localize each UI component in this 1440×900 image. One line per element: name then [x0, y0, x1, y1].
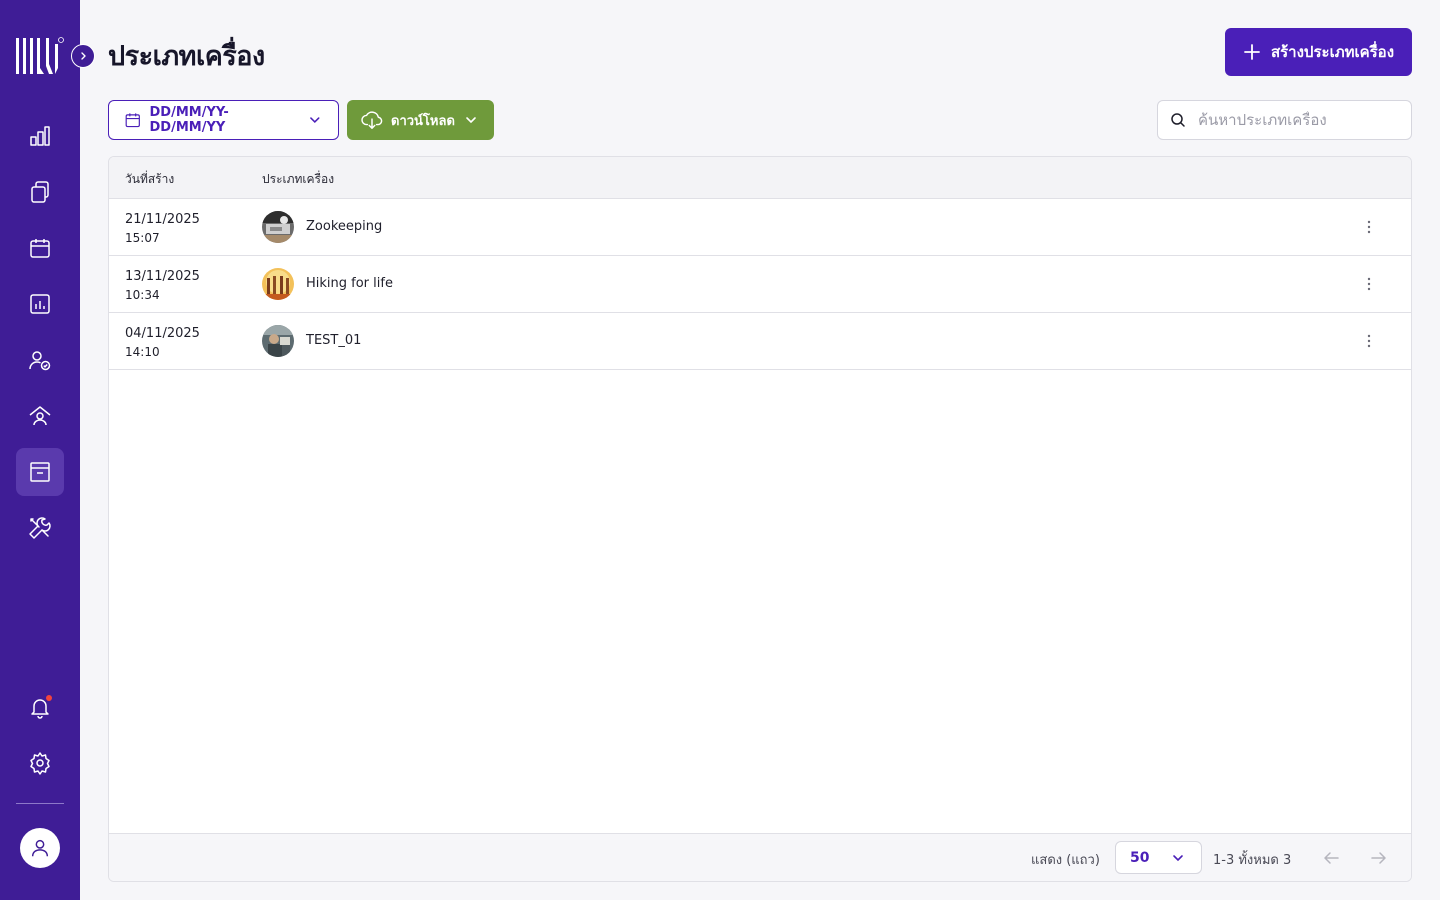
pagination-range: 1-3 ทั้งหมด 3 — [1213, 853, 1292, 868]
row-name: TEST_01 — [306, 333, 362, 348]
search-box — [1157, 100, 1412, 140]
settings-button[interactable] — [16, 739, 64, 787]
table-pagination: แสดง (แถว) 50 1-3 ทั้งหมด 3 — [109, 833, 1411, 881]
brand-logo[interactable] — [15, 36, 65, 76]
column-header-created-date[interactable]: วันที่สร้าง — [125, 170, 174, 189]
row-more-button[interactable] — [1359, 272, 1379, 296]
chevron-down-icon — [1173, 854, 1183, 861]
row-name: Zookeeping — [306, 219, 383, 234]
sidebar — [0, 0, 95, 900]
previous-page-button[interactable] — [1319, 846, 1343, 870]
user-check-icon — [29, 351, 51, 371]
sidebar-item-machine-types[interactable] — [16, 448, 64, 496]
user-icon — [31, 839, 49, 857]
chevron-right-icon — [81, 52, 86, 60]
table-header: วันที่สร้าง ประเภทเครื่อง — [109, 157, 1411, 199]
notification-dot — [46, 695, 52, 701]
row-time: 10:34 — [125, 288, 160, 302]
row-more-button[interactable] — [1359, 215, 1379, 239]
download-button[interactable]: ดาวน์โหลด — [347, 100, 494, 140]
rows-per-page-label: แสดง (แถว) — [1031, 853, 1100, 868]
rows-per-page-value: 50 — [1130, 849, 1150, 866]
download-label: ดาวน์โหลด — [391, 113, 455, 129]
thumbnail-image — [262, 211, 294, 243]
next-page-button[interactable] — [1367, 846, 1391, 870]
user-avatar[interactable] — [20, 828, 60, 868]
row-name: Hiking for life — [306, 276, 393, 291]
thumbnail-image — [262, 268, 294, 300]
more-vertical-icon — [1367, 220, 1371, 234]
calendar-icon — [125, 113, 140, 128]
sidebar-item-documents[interactable] — [16, 168, 64, 216]
row-date: 04/11/2025 — [125, 326, 200, 341]
create-machine-type-button[interactable]: สร้างประเภทเครื่อง — [1225, 28, 1412, 76]
sidebar-item-dashboard[interactable] — [16, 112, 64, 160]
table-row[interactable]: 13/11/2025 10:34 Hiking for life — [109, 256, 1411, 313]
row-thumbnail — [262, 211, 294, 243]
notifications-button[interactable] — [16, 683, 64, 731]
logo-icon — [16, 37, 64, 74]
date-range-picker[interactable]: DD/MM/YY-DD/MM/YY — [108, 100, 339, 140]
search-input[interactable] — [1198, 111, 1398, 129]
sidebar-item-reports[interactable] — [16, 280, 64, 328]
chevron-down-icon — [310, 117, 320, 124]
tools-icon — [29, 517, 51, 539]
sidebar-item-users[interactable] — [16, 336, 64, 384]
archive-icon — [30, 462, 50, 482]
report-icon — [30, 294, 50, 314]
sidebar-item-tools[interactable] — [16, 504, 64, 552]
home-user-icon — [29, 406, 51, 426]
search-icon — [1171, 113, 1185, 127]
sidebar-item-residents[interactable] — [16, 392, 64, 440]
arrow-right-icon — [1371, 852, 1386, 864]
documents-icon — [31, 181, 49, 203]
row-thumbnail — [262, 268, 294, 300]
row-date: 21/11/2025 — [125, 212, 200, 227]
row-time: 14:10 — [125, 345, 160, 359]
gear-icon — [30, 752, 50, 775]
table-row[interactable]: 04/11/2025 14:10 TEST_01 — [109, 313, 1411, 370]
cloud-download-icon — [361, 111, 383, 129]
page-title: ประเภทเครื่อง — [108, 41, 265, 72]
date-range-value: DD/MM/YY-DD/MM/YY — [149, 105, 229, 135]
arrow-left-icon — [1324, 852, 1339, 864]
more-vertical-icon — [1367, 277, 1371, 291]
plus-icon — [1244, 44, 1260, 60]
sidebar-expand-button[interactable] — [71, 44, 95, 68]
machine-type-table: วันที่สร้าง ประเภทเครื่อง 21/11/2025 15:… — [108, 156, 1412, 882]
row-more-button[interactable] — [1359, 329, 1379, 353]
table-row[interactable]: 21/11/2025 15:07 Zookeeping — [109, 199, 1411, 256]
row-date: 13/11/2025 — [125, 269, 200, 284]
bar-chart-icon — [30, 126, 50, 146]
create-button-label: สร้างประเภทเครื่อง — [1270, 43, 1395, 61]
row-thumbnail — [262, 325, 294, 357]
column-header-machine-type[interactable]: ประเภทเครื่อง — [262, 170, 334, 189]
sidebar-divider — [16, 803, 64, 804]
thumbnail-image — [262, 325, 294, 357]
calendar-icon — [30, 239, 50, 258]
row-time: 15:07 — [125, 231, 160, 245]
chevron-down-icon — [466, 117, 476, 124]
rows-per-page-select[interactable]: 50 — [1115, 841, 1202, 874]
more-vertical-icon — [1367, 334, 1371, 348]
sidebar-item-calendar[interactable] — [16, 224, 64, 272]
